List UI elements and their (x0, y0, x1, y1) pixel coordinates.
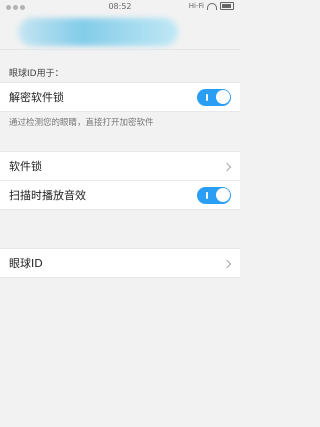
unlock-apps-row[interactable]: 解密软件锁 (0, 83, 240, 111)
wifi-icon (207, 2, 217, 10)
scan-sound-toggle[interactable] (197, 186, 231, 204)
toggle-knob (215, 90, 230, 104)
chevron-right-icon (222, 162, 232, 172)
toggle-knob (215, 188, 230, 202)
header (0, 14, 240, 50)
unlock-apps-toggle[interactable] (197, 88, 231, 106)
battery-icon (220, 2, 234, 10)
toggle-on-indicator (206, 191, 208, 199)
app-lock-label: 软件锁 (9, 160, 42, 173)
scan-sound-label: 扫描时播放音效 (9, 189, 86, 202)
unlock-description: 通过检测您的眼睛，直接打开加密软件 (9, 118, 154, 128)
divider (0, 111, 240, 112)
divider (0, 49, 240, 50)
divider (0, 209, 240, 210)
eye-id-label: 眼球ID (9, 257, 43, 270)
scan-sound-row[interactable]: 扫描时播放音效 (0, 181, 240, 209)
app-lock-row[interactable]: 软件锁 (0, 152, 240, 180)
unlock-apps-label: 解密软件锁 (9, 91, 64, 104)
status-bar: 08:52 Hi-Fi (0, 0, 240, 14)
section-label: 眼球ID用于： (9, 69, 64, 79)
network-label: Hi-Fi (188, 2, 204, 10)
chevron-right-icon (222, 259, 232, 269)
toggle-on-indicator (206, 93, 208, 101)
divider (0, 277, 240, 278)
blurred-logo (18, 18, 178, 46)
eye-id-row[interactable]: 眼球ID (0, 249, 240, 277)
